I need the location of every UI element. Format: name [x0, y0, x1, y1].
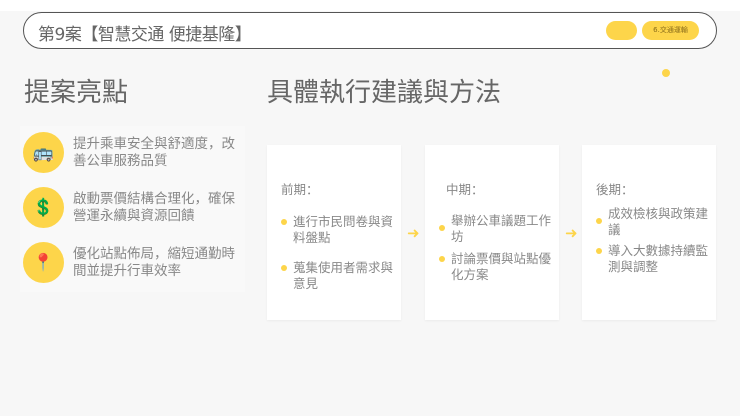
bullet-dot-icon	[596, 248, 602, 254]
bullet-text: 蒐集使用者需求與意見	[293, 260, 394, 291]
bullet-text: 討論票價與站點優化方案	[451, 251, 552, 282]
bullet-text: 舉辦公車議題工作坊	[451, 213, 552, 244]
phase-label: 前期：	[281, 182, 319, 197]
dollar-icon: 💲	[23, 187, 64, 228]
phase-bullet: 蒐集使用者需求與意見	[281, 260, 393, 292]
pin-icon: 📍	[23, 242, 64, 283]
phase-card-late: 後期： 成效檢核與政策建議 導入大數據持續監測與調整	[582, 145, 716, 320]
arrow-right-icon: ➜	[407, 224, 420, 242]
methods-heading: 具體執行建議與方法	[267, 78, 502, 108]
header-bar: 第9案【智慧交通 便捷基隆】 6.交通運輸	[23, 12, 717, 49]
status-pill[interactable]	[606, 21, 637, 40]
bullet-dot-icon	[281, 265, 287, 271]
arrow-right-icon: ➜	[565, 224, 578, 242]
highlights-heading: 提案亮點	[24, 78, 129, 108]
decorative-dot	[662, 69, 670, 77]
bullet-text: 進行市民問卷與資料盤點	[293, 214, 394, 245]
highlight-item: 💲 啟動票價結構合理化，確保營運永續與資源回饋	[23, 187, 243, 228]
highlight-item: 📍 優化站點佈局，縮短通勤時間並提升行車效率	[23, 242, 243, 283]
phase-bullet: 成效檢核與政策建議	[596, 206, 708, 238]
highlight-item: 🚌 提升乘車安全與舒適度，改善公車服務品質	[23, 132, 243, 173]
bullet-dot-icon	[281, 219, 287, 225]
phase-label: 後期：	[596, 182, 634, 197]
phase-bullet: 導入大數據持續監測與調整	[596, 243, 708, 275]
phase-bullet: 進行市民問卷與資料盤點	[281, 214, 393, 246]
bullet-text: 成效檢核與政策建議	[608, 206, 709, 237]
page-title: 第9案【智慧交通 便捷基隆】	[38, 25, 252, 45]
highlight-text: 優化站點佈局，縮短通勤時間並提升行車效率	[73, 246, 235, 279]
phase-card-mid: 中期： 舉辦公車議題工作坊 討論票價與站點優化方案	[425, 145, 559, 320]
highlight-text: 提升乘車安全與舒適度，改善公車服務品質	[73, 136, 235, 169]
bullet-text: 導入大數據持續監測與調整	[608, 243, 709, 274]
bullet-dot-icon	[596, 218, 602, 224]
top-strip	[0, 0, 740, 11]
highlight-text: 啟動票價結構合理化，確保營運永續與資源回饋	[73, 191, 235, 224]
bus-icon: 🚌	[23, 132, 64, 173]
phase-label: 中期：	[446, 182, 484, 197]
bullet-dot-icon	[439, 256, 445, 262]
phase-bullet: 討論票價與站點優化方案	[439, 251, 551, 283]
bullet-dot-icon	[439, 225, 445, 231]
category-tag[interactable]: 6.交通運輸	[642, 21, 699, 40]
phase-card-early: 前期： 進行市民問卷與資料盤點 蒐集使用者需求與意見	[267, 145, 401, 320]
phase-bullet: 舉辦公車議題工作坊	[439, 213, 551, 245]
